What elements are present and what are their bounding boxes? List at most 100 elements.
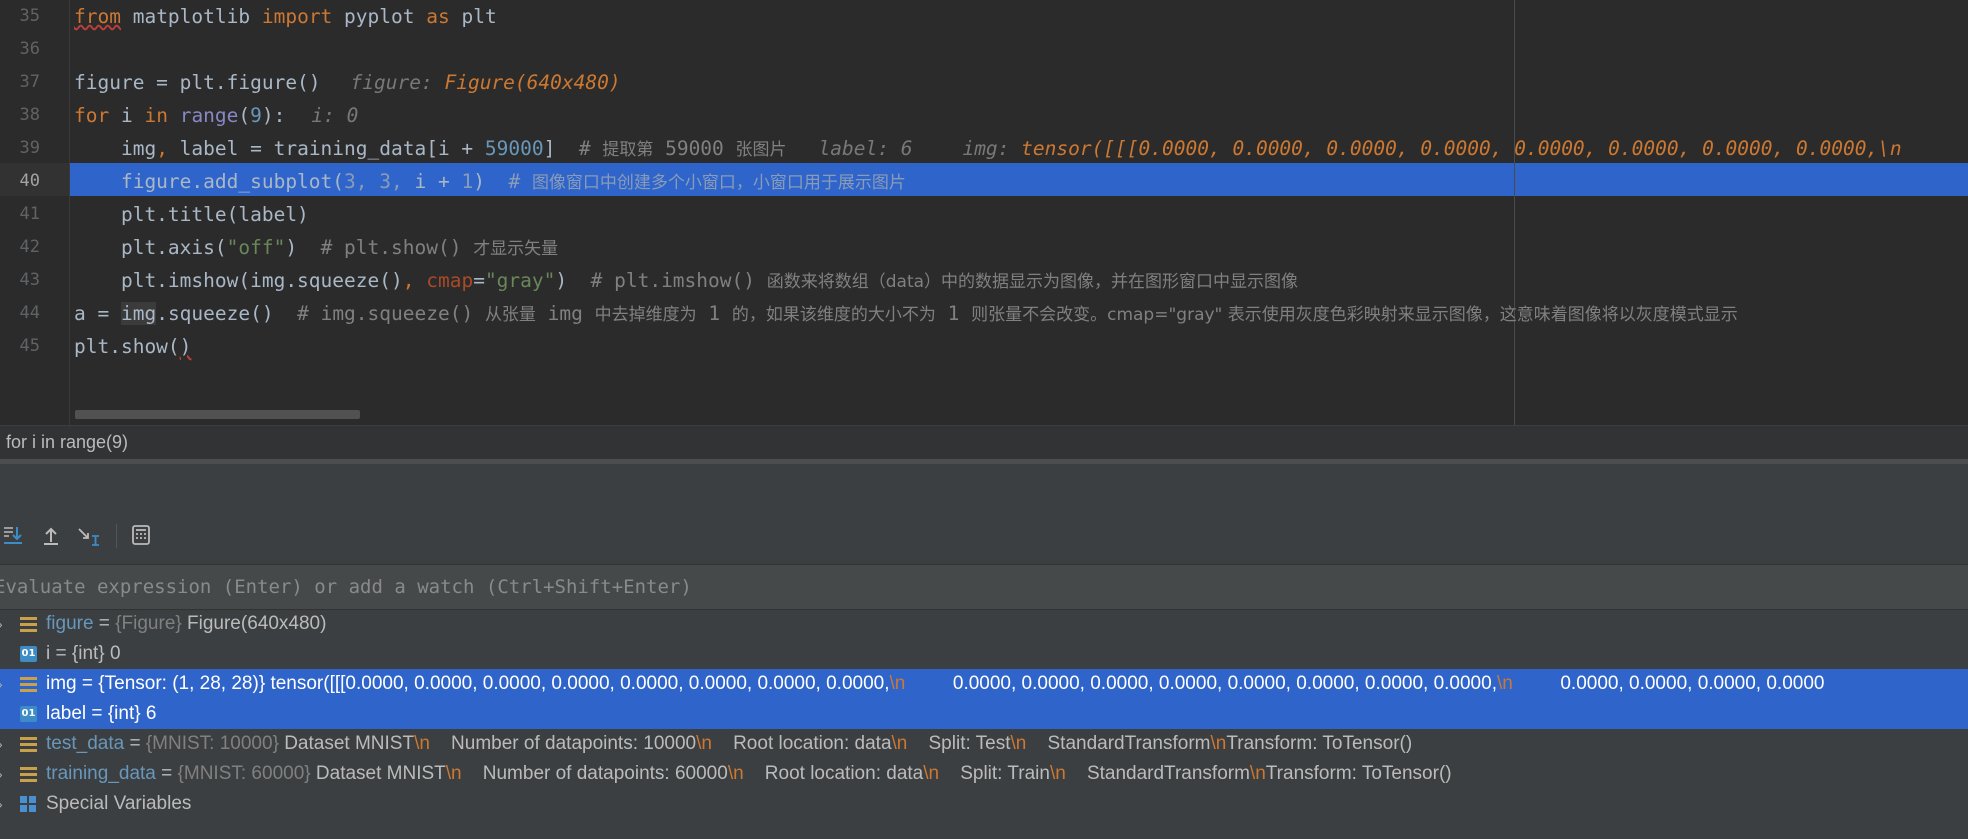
code-token: ): <box>261 104 286 127</box>
inline-debug-value: figure: <box>350 71 445 94</box>
code-token: plt.imshow(img.squeeze() <box>74 269 403 292</box>
expand-chevron-icon[interactable]: › <box>0 729 3 759</box>
code-token: ) <box>473 170 509 193</box>
variable-name: label <box>46 703 87 724</box>
code-line-38[interactable]: for i in range(9): i: 0 <box>74 99 358 132</box>
variable-type: {MNIST: 60000} <box>177 763 316 784</box>
variable-equals: = <box>76 673 99 694</box>
step-out-icon[interactable] <box>38 522 64 548</box>
inline-debug-value: tensor([[[0.0000, 0.0000, 0.0000, 0.0000… <box>1021 137 1902 160</box>
toolbar-separator <box>116 524 117 548</box>
code-token: img <box>120 302 157 325</box>
int-01-icon: 01 <box>20 706 37 722</box>
horizontal-scrollbar[interactable] <box>75 410 360 419</box>
code-token: img <box>74 137 157 160</box>
code-token: i <box>109 104 145 127</box>
code-line-43[interactable]: plt.imshow(img.squeeze(), cmap="gray") #… <box>74 264 1298 297</box>
code-token: figure = plt.figure() <box>74 71 321 94</box>
expand-chevron-icon[interactable]: › <box>0 789 3 819</box>
variable-row-training_data[interactable]: › training_data = {MNIST: 60000} Dataset … <box>0 759 1968 789</box>
evaluate-expression-input[interactable] <box>0 565 1894 609</box>
variable-value: Dataset MNIST\n Number of datapoints: 10… <box>284 733 1413 754</box>
run-to-cursor-icon[interactable] <box>76 522 102 548</box>
expand-chevron-icon[interactable]: › <box>0 759 3 789</box>
line-number: 45 <box>19 336 40 356</box>
code-comment: 的，如果该维度的大小不为 <box>731 305 936 325</box>
inline-debug-value: Figure(640x480) <box>444 71 621 94</box>
variable-value: 0 <box>109 643 121 664</box>
code-token: figure.add_subplot( <box>74 170 345 193</box>
code-comment: # img.squeeze() <box>297 302 485 325</box>
code-token: cmap <box>426 269 474 292</box>
int-01-icon: 01 <box>20 646 37 662</box>
breadcrumb[interactable]: for i in range(9) <box>6 432 128 453</box>
code-line-44[interactable]: a = img.squeeze() # img.squeeze() 从张量 im… <box>74 297 1738 330</box>
variable-name: test_data <box>46 733 125 754</box>
breadcrumb-bar: for i in range(9) <box>0 425 1968 460</box>
code-token: matplotlib <box>120 5 262 28</box>
code-token: plt.title(label) <box>74 203 309 226</box>
variable-text: i = {int} 0 <box>46 639 121 669</box>
code-token: label = training_data[i + <box>167 137 485 160</box>
code-comment: 中去掉维度为 <box>594 305 697 325</box>
variable-row-test_data[interactable]: › test_data = {MNIST: 10000} Dataset MNIS… <box>0 729 1968 759</box>
code-token: , <box>355 170 380 193</box>
code-token: = <box>473 269 485 292</box>
variable-equals: = <box>50 643 72 664</box>
code-token: 1 <box>461 170 474 193</box>
code-comment: # <box>508 170 532 193</box>
step-into-icon[interactable] <box>0 522 26 548</box>
variable-type: {int} <box>71 643 110 664</box>
code-line-42[interactable]: plt.axis("off") # plt.show() 才显示矢量 <box>74 231 558 264</box>
variable-row-figure[interactable]: › figure = {Figure} Figure(640x480) <box>0 609 1968 639</box>
variable-text: Special Variables <box>46 789 191 819</box>
code-line-41[interactable]: plt.title(label) <box>74 198 309 231</box>
code-token: plt <box>449 5 497 28</box>
code-token: "off" <box>226 236 286 259</box>
code-token: plt.axis( <box>74 236 227 259</box>
code-line-37[interactable]: figure = plt.figure() figure: Figure(640x… <box>74 66 621 99</box>
code-token: ) <box>179 335 192 358</box>
code-comment: 1 <box>696 302 732 325</box>
line-number: 38 <box>19 105 40 125</box>
code-token: i + <box>414 170 462 193</box>
debugger-panel: › figure = {Figure} Figure(640x480) 01 i = … <box>0 464 1968 839</box>
line-number: 44 <box>19 303 40 323</box>
code-line-35[interactable]: from matplotlib import pyplot as plt <box>74 0 497 33</box>
code-editor[interactable]: 35 36 37 38 39 40 41 42 43 44 45 from matplotlib i… <box>0 0 1968 425</box>
code-comment: # plt.show() <box>320 236 474 259</box>
variable-row-label[interactable]: 01 label = {int} 6 <box>0 699 1968 729</box>
debugger-toolbar <box>0 522 200 552</box>
variable-name: Special Variables <box>46 793 192 814</box>
code-line-39[interactable]: img, label = training_data[i + 59000] # … <box>74 132 1902 165</box>
variable-row-img[interactable]: › img = {Tensor: (1, 28, 28)} tensor([[[0… <box>0 669 1968 699</box>
code-line-45[interactable]: plt.show() <box>74 330 191 363</box>
variable-value: Dataset MNIST\n Number of datapoints: 60… <box>315 763 1452 784</box>
evaluate-expression-icon[interactable] <box>128 522 154 548</box>
variable-name: img <box>46 673 77 694</box>
code-comment: 从张量 <box>484 305 536 325</box>
code-token: ( <box>238 104 251 127</box>
code-token: for <box>74 104 110 127</box>
code-comment: img <box>535 302 595 325</box>
variable-text: img = {Tensor: (1, 28, 28)} tensor([[[0.… <box>46 669 1824 699</box>
object-stack-icon <box>20 616 37 632</box>
expand-chevron-icon[interactable]: › <box>0 609 3 639</box>
code-line-40[interactable]: figure.add_subplot(3, 3, i + 1) # 图像窗口中创… <box>74 165 906 198</box>
code-comment: 则张量不会改变。cmap="gray" 表示使用灰度色彩映射来显示图像，这意味着… <box>971 305 1738 325</box>
inline-debug-value: label: 6 <box>818 137 913 160</box>
code-token: ) <box>555 269 591 292</box>
variable-equals: = <box>93 613 116 634</box>
line-number: 43 <box>19 270 40 290</box>
expand-chevron-icon[interactable]: › <box>0 669 3 699</box>
code-token: a = <box>74 302 121 325</box>
code-token: import <box>261 5 333 28</box>
inline-debug-value: i: 0 <box>311 104 359 127</box>
code-comment: # plt.imshow() <box>590 269 767 292</box>
code-token: , <box>391 170 415 193</box>
code-token: ) <box>285 236 321 259</box>
variable-row-i[interactable]: 01 i = {int} 0 <box>0 639 1968 669</box>
variable-row-special-variables[interactable]: › Special Variables <box>0 789 1968 819</box>
code-comment: 张图片 <box>735 140 787 160</box>
line-number: 35 <box>19 6 40 26</box>
